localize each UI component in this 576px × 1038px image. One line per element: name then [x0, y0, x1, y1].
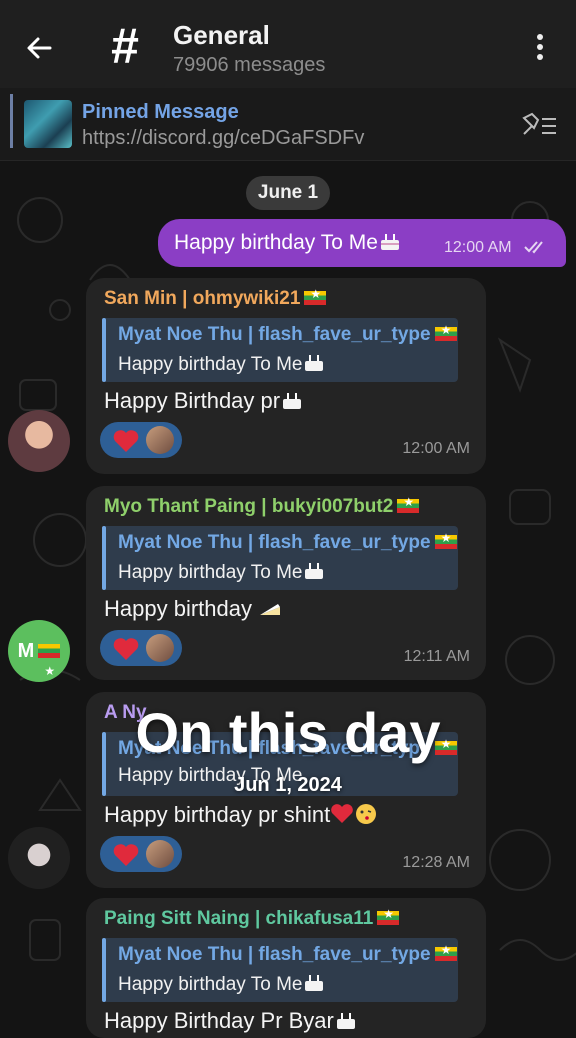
message-bubble[interactable]: Paing Sitt Naing | chikafusa11 Myat Noe …: [86, 898, 486, 1038]
reply-sender: Myat Noe Thu | flash_fave_ur_type: [118, 944, 431, 965]
outgoing-time: 12:00 AM: [444, 239, 512, 256]
cake-icon: [305, 975, 324, 991]
date-separator: June 1: [246, 176, 330, 210]
more-vertical-icon[interactable]: [528, 34, 552, 64]
reactor-avatar: [146, 426, 174, 454]
myanmar-flag-icon: [434, 943, 457, 961]
message-time: 12:00 AM: [402, 440, 470, 457]
message-text: Happy birthday pr shint: [104, 802, 331, 827]
message-bubble[interactable]: Myo Thant Paing | bukyi007but2 Myat Noe …: [86, 486, 486, 680]
cake-icon: [305, 355, 324, 371]
heart-icon: [113, 638, 139, 660]
sender-name: San Min | ohmywiki21: [104, 288, 301, 309]
memory-overlay-title: On this day: [135, 701, 441, 764]
reactor-avatar: [146, 840, 174, 868]
reply-preview[interactable]: Myat Noe Thu | flash_fave_ur_type Happy …: [102, 526, 458, 590]
message-time: 12:28 AM: [402, 854, 470, 871]
avatar[interactable]: [8, 410, 70, 472]
sender-name: Paing Sitt Naing | chikafusa11: [104, 908, 374, 929]
pinned-link[interactable]: https://discord.gg/ceDGaFSDFv: [82, 127, 364, 150]
reply-sender: Myat Noe Thu | flash_fave_ur_type: [118, 324, 431, 345]
reaction-chip[interactable]: [100, 630, 182, 666]
unpin-list-icon[interactable]: [520, 110, 560, 140]
hash-icon: #: [111, 18, 139, 74]
reply-preview[interactable]: Myat Noe Thu | flash_fave_ur_type Happy …: [102, 318, 458, 382]
avatar[interactable]: M: [8, 620, 70, 702]
double-check-icon: [524, 241, 543, 254]
reactor-avatar: [146, 634, 174, 662]
heart-icon: [113, 844, 139, 866]
cake-icon: [283, 393, 302, 409]
message-text: Happy Birthday Pr Byar: [104, 1008, 334, 1033]
avatar-label: M: [17, 640, 35, 662]
pinned-message-bar[interactable]: [0, 88, 576, 161]
outgoing-message[interactable]: Happy birthday To Me 12:00 AM: [158, 219, 566, 267]
sender-name: Myo Thant Paing | bukyi007but2: [104, 496, 394, 517]
myanmar-flag-icon: [434, 531, 457, 549]
arrow-left-icon[interactable]: [20, 28, 60, 68]
cake-icon: [380, 234, 399, 250]
reaction-chip[interactable]: [100, 836, 182, 872]
reply-sender: Myat Noe Thu | flash_fave_ur_type: [118, 532, 431, 553]
pinned-thumbnail: [24, 100, 72, 148]
kiss-face-icon: [356, 804, 377, 824]
myanmar-flag-icon: [377, 907, 400, 925]
reply-text: Happy birthday To Me: [118, 354, 303, 375]
reply-text: Happy birthday To Me: [118, 562, 303, 583]
myanmar-flag-icon: [434, 323, 457, 341]
myanmar-flag-icon: [397, 495, 420, 513]
pinned-title: Pinned Message: [82, 101, 239, 123]
message-text: Happy birthday: [104, 596, 252, 621]
myanmar-flag-icon: [38, 640, 61, 702]
reply-preview[interactable]: Myat Noe Thu | flash_fave_ur_type Happy …: [102, 938, 458, 1002]
cake-slice-icon: [260, 604, 281, 615]
memory-overlay-date: Jun 1, 2024: [234, 774, 342, 796]
avatar[interactable]: [8, 827, 70, 889]
reaction-chip[interactable]: [100, 422, 182, 458]
reply-text: Happy birthday To Me: [118, 974, 303, 995]
app-header: # General 79906 messages: [0, 0, 576, 88]
channel-title[interactable]: General: [173, 20, 270, 51]
heart-emoji-icon: [331, 804, 354, 823]
message-bubble[interactable]: San Min | ohmywiki21 Myat Noe Thu | flas…: [86, 278, 486, 474]
outgoing-text: Happy birthday To Me: [174, 231, 378, 254]
message-text: Happy Birthday pr: [104, 388, 281, 413]
myanmar-flag-icon: [304, 287, 327, 305]
pinned-indicator: [10, 94, 13, 148]
heart-icon: [113, 430, 139, 452]
message-time: 12:11 AM: [403, 648, 470, 665]
cake-icon: [336, 1013, 355, 1029]
cake-icon: [305, 563, 324, 579]
message-count: 79906 messages: [173, 54, 326, 76]
